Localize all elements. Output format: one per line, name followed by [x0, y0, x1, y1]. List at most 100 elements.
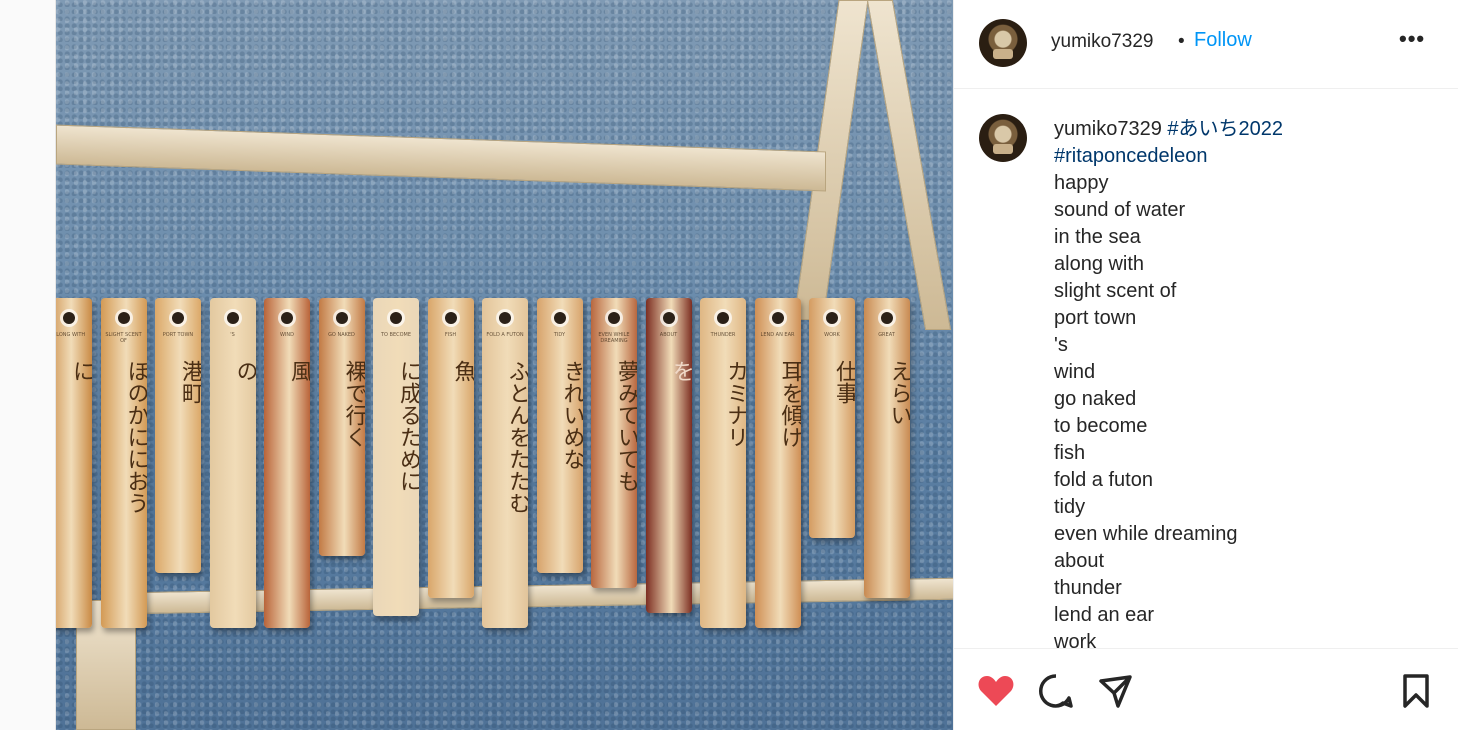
bar-hole: [553, 312, 566, 324]
hashtag-link[interactable]: #ritaponcedeleon: [1054, 145, 1207, 167]
xylophone-bar: GO NAKED 裸で行く: [318, 298, 365, 556]
xylophone-bar: PORT TOWN 港町: [155, 298, 201, 573]
bar-english-label: EVEN WHILE DREAMING: [598, 332, 630, 344]
follow-button[interactable]: Follow: [1194, 29, 1252, 52]
bar-english-label: GREAT: [878, 332, 895, 338]
xylophone-bar: WORK 仕事: [809, 298, 855, 538]
caption-line: thunder: [1054, 577, 1122, 599]
caption-text: yumiko7329 #あいち2022 #ritaponcedeleon hap…: [1054, 116, 1434, 648]
left-gutter: [0, 0, 56, 730]
bar-japanese-label: 魚: [450, 360, 474, 382]
caption-line: tidy: [1054, 496, 1086, 518]
xylophone-bar: ALONG WITH に: [56, 298, 92, 628]
heart-icon[interactable]: [976, 671, 1016, 711]
xylophone-bar: GREAT えらい: [863, 298, 910, 598]
bar-english-label: FISH: [444, 332, 457, 338]
bar-japanese-label: に成るために: [396, 360, 419, 492]
bar-hole: [444, 312, 457, 324]
bar-english-label: PORT TOWN: [162, 332, 194, 338]
caption-username[interactable]: yumiko7329: [1054, 118, 1162, 140]
bar-hole: [499, 312, 511, 324]
caption-line: in the sea: [1054, 226, 1141, 248]
bar-english-label: 'S: [230, 332, 235, 338]
bar-hole: [335, 312, 348, 324]
bar-hole: [117, 312, 130, 324]
caption-line: work: [1054, 631, 1097, 648]
frame-rail: [56, 124, 826, 192]
caption-line: slight scent of: [1054, 280, 1177, 302]
bar-english-label: LEND AN EAR: [760, 332, 795, 338]
hashtag-link[interactable]: #あいち2022: [1167, 118, 1283, 140]
caption-line: lend an ear: [1054, 604, 1155, 626]
bar-hole: [880, 312, 893, 324]
avatar[interactable]: [979, 114, 1027, 162]
bar-japanese-label: 仕事: [832, 360, 855, 404]
caption-line: along with: [1054, 253, 1145, 275]
bar-english-label: WIND: [279, 332, 294, 338]
caption-line: to become: [1054, 415, 1148, 437]
caption-line: port town: [1054, 307, 1137, 329]
bar-japanese-label: きれいめな: [559, 360, 583, 470]
caption-line: sound of water: [1054, 199, 1186, 221]
xylophone-bar: SLIGHT SCENT OF ほのかににおう: [100, 298, 147, 628]
xylophone-bars: ALONG WITH に SLIGHT SCENT OF ほのかににおう PORT TO…: [56, 298, 953, 628]
bar-japanese-label: 裸で行く: [341, 360, 365, 448]
bar-english-label: THUNDER: [710, 332, 736, 338]
caption-line: even while dreaming: [1054, 523, 1238, 545]
bar-english-label: GO NAKED: [328, 332, 355, 338]
bar-english-label: TIDY: [553, 332, 566, 338]
action-bar: [954, 648, 1458, 730]
xylophone-bar: TIDY きれいめな: [536, 298, 583, 573]
caption-line: fold a futon: [1054, 469, 1153, 491]
bar-hole: [390, 312, 402, 324]
xylophone-bar: THUNDER カミナリ: [700, 298, 746, 628]
post-sidebar: yumiko7329 • Follow ••• yumiko7329 #あいち2…: [953, 0, 1458, 730]
post-image[interactable]: ALONG WITH に SLIGHT SCENT OF ほのかににおう PORT TO…: [56, 0, 953, 730]
xylophone-bar: TO BECOME に成るために: [373, 298, 419, 616]
username-link[interactable]: yumiko7329: [1051, 31, 1153, 53]
xylophone-bar: ABOUT を: [645, 298, 692, 613]
avatar[interactable]: [979, 19, 1027, 67]
caption-line: 's: [1054, 334, 1068, 356]
bar-english-label: WORK: [824, 332, 840, 338]
xylophone-bar: EVEN WHILE DREAMING 夢みていても: [591, 298, 637, 588]
bar-japanese-label: を: [668, 360, 692, 382]
bar-japanese-label: に: [69, 360, 92, 382]
bar-japanese-label: カミナリ: [723, 360, 746, 448]
bookmark-icon[interactable]: [1396, 671, 1436, 711]
post-header: yumiko7329 • Follow •••: [954, 0, 1458, 89]
caption-section: yumiko7329 #あいち2022 #ritaponcedeleon hap…: [954, 90, 1458, 648]
separator-dot: •: [1178, 31, 1185, 52]
caption-line: fish: [1054, 442, 1086, 464]
bar-english-label: SLIGHT SCENT OF: [105, 332, 142, 344]
caption-line: wind: [1054, 361, 1096, 383]
comment-icon[interactable]: [1036, 671, 1076, 711]
bar-hole: [226, 312, 239, 324]
bar-hole: [717, 312, 729, 324]
bar-hole: [172, 312, 184, 324]
caption-line: happy: [1054, 172, 1109, 194]
frame-post: [866, 0, 952, 330]
bar-japanese-label: ほのかににおう: [123, 360, 147, 514]
caption-line: about: [1054, 550, 1105, 572]
bar-hole: [771, 312, 784, 324]
xylophone-bar: WIND 風: [264, 298, 310, 628]
bar-japanese-label: えらい: [886, 360, 910, 426]
bar-english-label: ABOUT: [659, 332, 678, 338]
more-options-icon[interactable]: •••: [1399, 26, 1425, 52]
bar-hole: [662, 312, 675, 324]
xylophone-bar: FISH 魚: [427, 298, 474, 598]
bar-japanese-label: 夢みていても: [614, 360, 637, 492]
bar-japanese-label: 風: [287, 360, 310, 382]
bar-hole: [281, 312, 293, 324]
bar-japanese-label: の: [232, 360, 256, 382]
bar-english-label: TO BECOME: [380, 332, 412, 338]
xylophone-bar: LEND AN EAR 耳を傾け: [754, 298, 801, 628]
bar-hole: [826, 312, 838, 324]
bar-hole: [608, 312, 620, 324]
xylophone-bar: 'S の: [209, 298, 256, 628]
bar-english-label: ALONG WITH: [56, 332, 86, 338]
bar-japanese-label: 耳を傾け: [777, 360, 801, 448]
bar-english-label: FOLD A FUTON: [486, 332, 524, 338]
share-icon[interactable]: [1096, 671, 1136, 711]
